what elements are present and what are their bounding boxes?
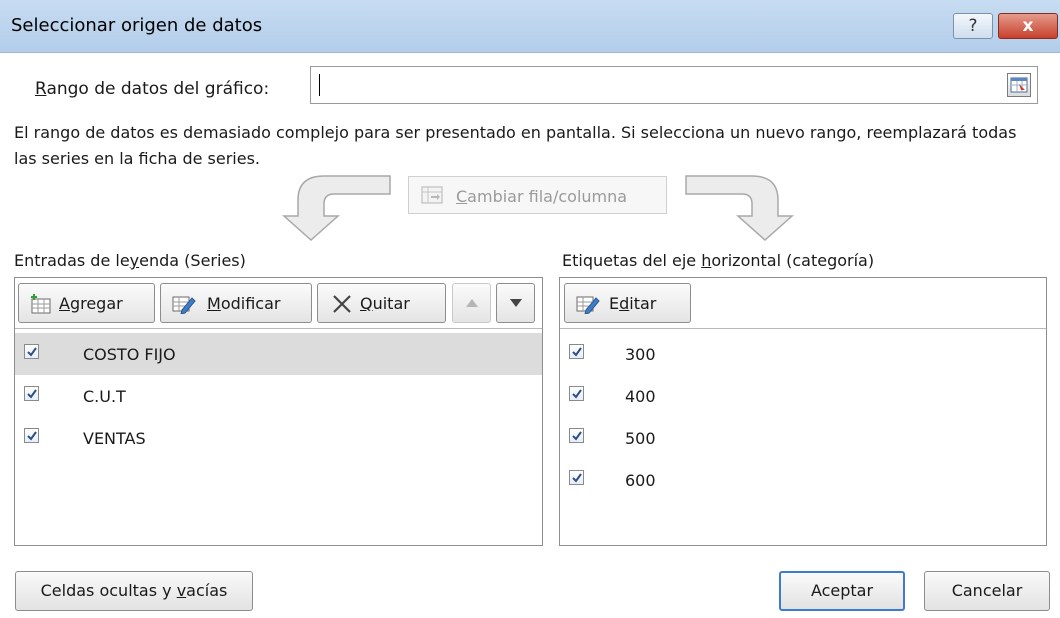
switch-row-column-icon xyxy=(421,186,443,208)
edit-axis-icon xyxy=(576,294,600,318)
checkmark-icon xyxy=(572,431,582,441)
edit-series-icon xyxy=(172,294,196,318)
remove-series-button[interactable]: Quitar xyxy=(317,283,446,323)
add-label-post: gregar xyxy=(69,294,123,313)
series-row[interactable]: VENTAS xyxy=(15,417,542,459)
chart-data-range-label: Rango de datos del gráfico: xyxy=(35,79,269,99)
edit-axis-label-pre: E xyxy=(609,294,620,313)
category-checkbox[interactable] xyxy=(569,344,584,359)
axis-labels-panel: Editar 300 400 500 600 xyxy=(559,277,1047,546)
series-row[interactable]: C.U.T xyxy=(15,375,542,417)
category-value: 500 xyxy=(625,429,656,448)
category-value: 400 xyxy=(625,387,656,406)
legend-entries-panel: Agregar Modificar Quitar COSTO FIJO C.U.… xyxy=(14,277,543,546)
category-checkbox[interactable] xyxy=(569,428,584,443)
switch-access-key: C xyxy=(456,187,468,206)
legend-label-post: enda (Series) xyxy=(139,251,246,270)
edit-label-post: odificar xyxy=(220,294,281,313)
series-name: VENTAS xyxy=(83,429,146,448)
chart-data-range-input[interactable] xyxy=(310,66,1038,104)
range-label-access-key: R xyxy=(35,79,47,99)
axis-label-access-key: h xyxy=(701,251,712,270)
series-checkbox[interactable] xyxy=(24,386,39,401)
category-row[interactable]: 600 xyxy=(560,459,1046,501)
series-name: C.U.T xyxy=(83,387,126,406)
select-data-source-dialog: Seleccionar origen de datos ? x Rango de… xyxy=(0,0,1060,618)
remove-x-icon xyxy=(332,294,352,318)
edit-series-label: Modificar xyxy=(207,294,280,313)
curved-arrow-left-icon xyxy=(282,175,391,242)
edit-axis-label: Editar xyxy=(609,294,656,313)
hidden-cells-label-pre: Celdas ocultas y xyxy=(40,581,177,600)
arrow-up-icon xyxy=(465,299,478,307)
cancel-button[interactable]: Cancelar xyxy=(924,571,1050,611)
axis-toolbar: Editar xyxy=(560,278,1046,329)
category-checkbox[interactable] xyxy=(569,386,584,401)
series-name: COSTO FIJO xyxy=(83,345,176,364)
edit-access-key: M xyxy=(207,294,221,313)
switch-row-column-button[interactable]: Cambiar fila/columna xyxy=(408,176,667,214)
legend-entries-label: Entradas de leyenda (Series) xyxy=(14,251,246,270)
text-caret xyxy=(319,74,320,96)
curved-arrow-right-icon xyxy=(685,175,794,242)
hidden-empty-cells-button[interactable]: Celdas ocultas y vacías xyxy=(15,571,253,611)
dialog-title: Seleccionar origen de datos xyxy=(11,15,263,36)
category-row[interactable]: 400 xyxy=(560,375,1046,417)
edit-axis-label-post: itar xyxy=(629,294,657,313)
collapse-dialog-icon xyxy=(1010,77,1028,93)
series-checkbox[interactable] xyxy=(24,344,39,359)
checkmark-icon xyxy=(572,389,582,399)
ok-button[interactable]: Aceptar xyxy=(779,571,905,611)
edit-series-button[interactable]: Modificar xyxy=(160,283,312,323)
close-button[interactable]: x xyxy=(998,13,1058,39)
help-button[interactable]: ? xyxy=(953,13,993,39)
checkmark-icon xyxy=(572,347,582,357)
hidden-cells-access-key: v xyxy=(176,581,187,600)
category-value: 600 xyxy=(625,471,656,490)
edit-axis-labels-button[interactable]: Editar xyxy=(564,283,691,323)
axis-label-post: orizontal (categoría) xyxy=(711,251,875,270)
category-row[interactable]: 500 xyxy=(560,417,1046,459)
series-checkbox[interactable] xyxy=(24,428,39,443)
checkmark-icon xyxy=(27,431,37,441)
add-access-key: A xyxy=(59,294,70,313)
checkmark-icon xyxy=(27,347,37,357)
remove-label-post: uitar xyxy=(372,294,410,313)
move-up-button[interactable] xyxy=(452,283,491,323)
checkmark-icon xyxy=(27,389,37,399)
add-series-icon xyxy=(30,294,52,318)
hidden-cells-label-post: acías xyxy=(186,581,228,600)
switch-label-post: ambiar fila/columna xyxy=(467,187,628,206)
category-value: 300 xyxy=(625,345,656,364)
series-row[interactable]: COSTO FIJO xyxy=(15,333,542,375)
category-checkbox[interactable] xyxy=(569,470,584,485)
legend-toolbar: Agregar Modificar Quitar xyxy=(15,278,542,329)
legend-label-pre: Entradas de le xyxy=(14,251,130,270)
checkmark-icon xyxy=(572,473,582,483)
switch-row-column-label: Cambiar fila/columna xyxy=(456,187,627,206)
category-row[interactable]: 300 xyxy=(560,333,1046,375)
range-label-post: ango de datos del gráfico: xyxy=(46,79,270,99)
edit-axis-access-key: d xyxy=(619,294,630,313)
axis-labels-label: Etiquetas del eje horizontal (categoría) xyxy=(562,251,874,270)
range-selector-button[interactable] xyxy=(1007,73,1031,97)
remove-access-key: Q xyxy=(360,294,373,313)
axis-label-pre: Etiquetas del eje xyxy=(562,251,702,270)
info-message: El rango de datos es demasiado complejo … xyxy=(14,123,1017,168)
move-down-button[interactable] xyxy=(496,283,535,323)
arrow-down-icon xyxy=(509,299,522,307)
title-bar: Seleccionar origen de datos ? x xyxy=(0,0,1060,53)
remove-series-label: Quitar xyxy=(360,294,410,313)
add-series-button[interactable]: Agregar xyxy=(18,283,155,323)
legend-label-access-key: y xyxy=(129,251,140,270)
add-series-label: Agregar xyxy=(59,294,123,313)
